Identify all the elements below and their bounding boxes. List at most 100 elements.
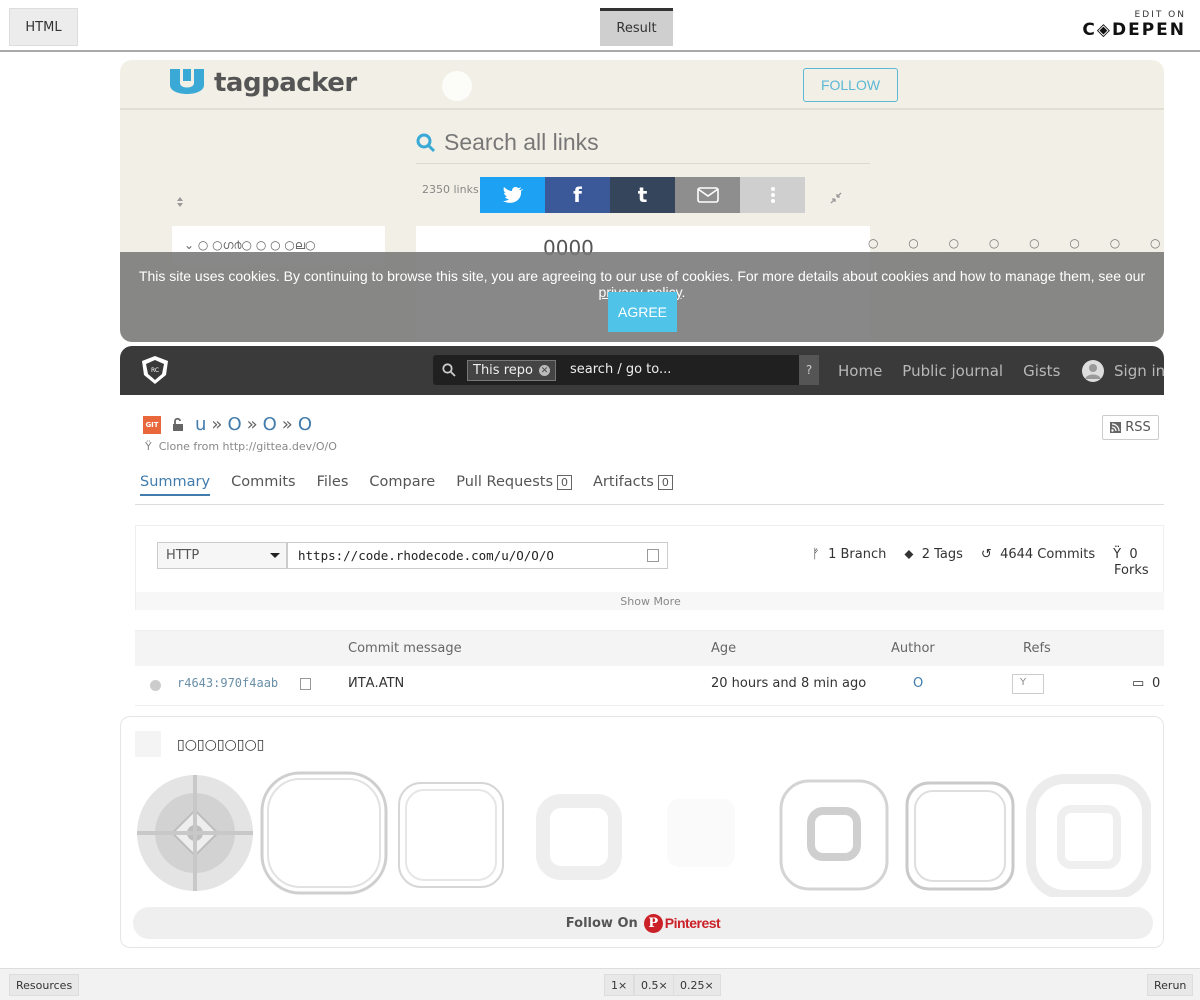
follow-on-pinterest-button[interactable]: Follow On P Pinterest (133, 907, 1153, 939)
pin-image[interactable] (667, 799, 735, 867)
clone-from-label: Ÿ Clone from http://gittea.dev/O/O (145, 440, 337, 453)
cookie-end: . (681, 284, 686, 300)
nav-gists[interactable]: Gists (1023, 362, 1060, 380)
board-title[interactable]: ▯○▯○▯○▯○▯ (177, 737, 264, 753)
commit-hash-link[interactable]: r4643:970f4aab (177, 676, 278, 690)
search-bar[interactable]: This repo ✕ search / go to... ? (433, 355, 819, 385)
follow-button[interactable]: FOLLOW (803, 68, 898, 102)
pin-image[interactable] (779, 779, 889, 891)
tags-link[interactable]: ⬥ 2 Tags (904, 547, 963, 562)
breadcrumb-item[interactable]: O (263, 414, 277, 435)
branches-text: 1 Branch (828, 547, 887, 562)
zoom-quarter-button[interactable]: 0.25× (673, 974, 721, 996)
clone-url-input[interactable]: https://code.rhodecode.com/u/O/O/O (287, 542, 668, 569)
profile-avatar[interactable] (442, 71, 472, 101)
tag-dots: ○ ○ ○ ○ ○ ○ ○ ○ ○ ○ ○ ○ (868, 236, 1164, 250)
zoom-1x-button[interactable]: 1× (604, 974, 635, 996)
rss-icon (1110, 422, 1122, 433)
ref-badge[interactable]: Y (1012, 674, 1044, 694)
clone-url-value: https://code.rhodecode.com/u/O/O/O (298, 548, 554, 563)
pinterest-board-widget: ▯○▯○▯○▯○▯ Follow On P Pinterest (120, 716, 1164, 948)
resources-button[interactable]: Resources (9, 974, 80, 996)
tab-label: Pull Requests (456, 474, 554, 490)
more-share-button[interactable] (740, 177, 805, 213)
tab-pull-requests[interactable]: Pull Requests 0 (456, 474, 573, 496)
protocol-select[interactable]: HTTP (157, 542, 287, 569)
email-icon (696, 187, 719, 203)
commits-link[interactable]: ↺ 4644 Commits (981, 547, 1095, 562)
tab-summary[interactable]: Summary (140, 474, 211, 496)
search-icon (416, 133, 436, 152)
nav-home[interactable]: Home (838, 362, 882, 380)
facebook-share-button[interactable]: f (545, 177, 610, 213)
breadcrumb-item[interactable]: O (298, 414, 312, 435)
column-refs: Refs (1023, 641, 1051, 656)
breadcrumb-item[interactable]: u (195, 414, 206, 435)
tags-text: 2 Tags (921, 547, 963, 562)
email-share-button[interactable] (675, 177, 740, 213)
tag-icon: ⬥ (904, 547, 914, 562)
pin-image[interactable] (137, 775, 253, 891)
git-repo-icon: GIT (143, 415, 161, 434)
sign-in-link[interactable]: Sign in (1114, 362, 1164, 380)
table-row: r4643:970f4aab ИТА.ATN 20 hours and 8 mi… (135, 666, 1164, 706)
codepen-logo: C◈DEPEN (1082, 20, 1186, 40)
unlock-icon (173, 417, 183, 431)
forks-count: 0 (1129, 547, 1138, 562)
pin-image[interactable] (536, 794, 622, 880)
show-more-button[interactable]: Show More (136, 592, 1164, 610)
search-all-links[interactable]: Search all links (416, 122, 870, 164)
tagpacker-logo-icon (170, 69, 204, 94)
clone-summary-box: HTTP https://code.rhodecode.com/u/O/O/O … (135, 525, 1164, 610)
tagpacker-brand: tagpacker (214, 68, 357, 98)
breadcrumb-item[interactable]: O (227, 414, 241, 435)
tab-commits[interactable]: Commits (231, 474, 296, 496)
copy-icon[interactable] (647, 549, 659, 562)
pin-image[interactable] (260, 771, 388, 895)
scope-label: This repo (473, 363, 533, 378)
search-help-button[interactable]: ? (799, 355, 819, 385)
rhodecode-logo-icon[interactable]: RC (140, 355, 170, 385)
tab-artifacts[interactable]: Artifacts 0 (593, 474, 673, 496)
board-avatar[interactable] (135, 731, 161, 757)
pin-image[interactable] (398, 782, 504, 888)
rss-button[interactable]: RSS (1102, 415, 1159, 440)
tab-compare[interactable]: Compare (369, 474, 435, 496)
column-commit-message: Commit message (348, 641, 462, 656)
breadcrumb: u» O» O» O (195, 414, 312, 435)
agree-button[interactable]: AGREE (608, 292, 677, 332)
zoom-half-button[interactable]: 0.5× (634, 974, 675, 996)
twitter-share-button[interactable] (480, 177, 545, 213)
commits-text: 4644 Commits (1000, 547, 1096, 562)
nav-public-journal[interactable]: Public journal (902, 362, 1003, 380)
rerun-button[interactable]: Rerun (1147, 974, 1194, 996)
tag-filter-text: ⌄ ○ ○ഗ൪○ ○ ○ ○ല○ (184, 238, 316, 252)
edit-on-codepen-link[interactable]: EDIT ON C◈DEPEN (1082, 10, 1186, 40)
user-avatar-icon[interactable] (1082, 360, 1104, 382)
copy-icon[interactable] (300, 678, 311, 690)
close-icon[interactable]: ✕ (538, 365, 550, 376)
more-vertical-icon (770, 187, 775, 203)
commit-message[interactable]: ИТА.ATN (348, 676, 404, 691)
tumblr-share-button[interactable]: t (610, 177, 675, 213)
branches-link[interactable]: ᚠ 1 Branch (812, 547, 886, 562)
tumblr-icon: t (637, 183, 648, 207)
codepen-top-bar: HTML Result EDIT ON C◈DEPEN (0, 0, 1200, 52)
tab-result[interactable]: Result (600, 8, 673, 46)
tagpacker-header: tagpacker FOLLOW (120, 60, 1164, 110)
sort-icon[interactable] (174, 196, 186, 208)
tab-files[interactable]: Files (317, 474, 349, 496)
commit-author[interactable]: O (913, 676, 923, 691)
history-icon: ↺ (980, 547, 992, 562)
forks-link[interactable]: Ÿ 0 (1113, 547, 1138, 562)
collapse-icon[interactable] (830, 192, 842, 204)
tab-html[interactable]: HTML (9, 8, 78, 46)
codepen-bottom-bar: Resources 1× 0.5× 0.25× Rerun (0, 968, 1200, 1000)
pin-image[interactable] (1026, 774, 1151, 897)
search-scope-chip[interactable]: This repo ✕ (467, 360, 556, 381)
tagpacker-widget: tagpacker FOLLOW Search all links 2350 l… (120, 60, 1164, 342)
search-input[interactable]: search / go to... (570, 362, 671, 377)
pin-image[interactable] (905, 781, 1015, 891)
cookie-text: This site uses cookies. By continuing to… (138, 268, 1146, 284)
fork-icon: Ÿ (145, 440, 152, 453)
